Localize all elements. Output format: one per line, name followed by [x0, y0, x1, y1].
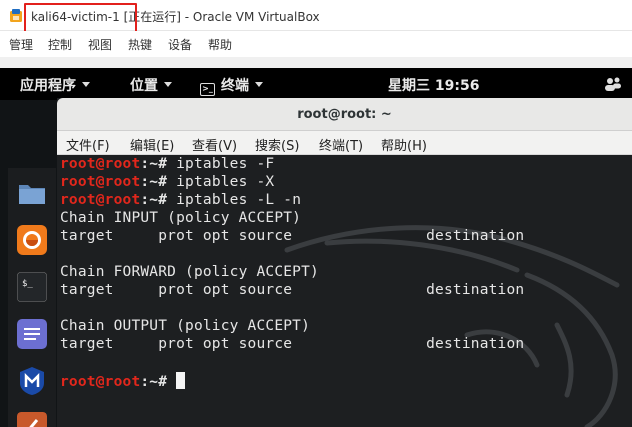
terminal-headerbar[interactable]: root@root: ~ — [57, 98, 632, 131]
prompt-path: :~# — [140, 374, 168, 390]
metasploit-icon[interactable] — [17, 366, 47, 396]
text-editor-icon[interactable] — [17, 319, 47, 349]
firefox-icon[interactable] — [17, 225, 47, 255]
terminal-icon: >_ — [200, 83, 215, 96]
vbox-titlebar: kali64-victim-1 [正在运行] - Oracle VM Virtu… — [0, 0, 632, 33]
menu-hotkey[interactable]: 热键 — [128, 36, 152, 53]
prompt-user: root@root — [60, 156, 141, 172]
terminal-app-menu[interactable]: >_ 终端 — [200, 75, 263, 96]
burp-icon[interactable] — [17, 412, 47, 427]
terminal-window[interactable]: root@root: ~ 文件(F) 编辑(E) 查看(V) 搜索(S) 终端(… — [57, 98, 632, 427]
terminal-menu-edit[interactable]: 编辑(E) — [130, 135, 174, 154]
terminal-menu-terminal[interactable]: 终端(T) — [319, 135, 363, 154]
terminal-menubar: 文件(F) 编辑(E) 查看(V) 搜索(S) 终端(T) 帮助(H) — [57, 131, 632, 155]
guest-display[interactable]: 应用程序 位置 >_ 终端 星期三 19:56 $_ root@root: ~ … — [0, 68, 632, 427]
command-line: root@root:~# iptables -L -n — [60, 192, 301, 208]
command-text: iptables -X — [167, 174, 275, 190]
command-text: iptables -L -n — [167, 192, 302, 208]
chevron-down-icon — [164, 82, 172, 87]
terminal-body[interactable]: root@root:~# iptables -F root@root:~# ipt… — [57, 155, 632, 427]
command-line: root@root:~# iptables -X — [60, 174, 274, 190]
command-line: root@root:~# iptables -F — [60, 156, 274, 172]
chevron-down-icon — [255, 82, 263, 87]
output-line: Chain OUTPUT (policy ACCEPT) — [60, 318, 311, 334]
output-line: target prot opt source destination — [60, 336, 525, 352]
prompt-user: root@root — [60, 374, 141, 390]
output-line: target prot opt source destination — [60, 228, 525, 244]
gnome-topbar: 应用程序 位置 >_ 终端 星期三 19:56 — [0, 68, 632, 100]
terminal-menu-search[interactable]: 搜索(S) — [255, 135, 299, 154]
output-line: Chain FORWARD (policy ACCEPT) — [60, 264, 319, 280]
prompt-user: root@root — [60, 192, 141, 208]
virtualbox-icon — [10, 9, 22, 22]
output-line: Chain INPUT (policy ACCEPT) — [60, 210, 302, 226]
menu-manage[interactable]: 管理 — [9, 36, 33, 53]
prompt-user: root@root — [60, 174, 141, 190]
kali-dragon-watermark — [284, 225, 620, 427]
applications-menu[interactable]: 应用程序 — [20, 75, 90, 95]
terminal-icon[interactable]: $_ — [17, 272, 47, 302]
clock[interactable]: 星期三 19:56 — [388, 75, 479, 95]
svg-text:$_: $_ — [22, 279, 33, 289]
places-menu[interactable]: 位置 — [130, 75, 172, 95]
command-text: iptables -F — [167, 156, 275, 172]
menu-devices[interactable]: 设备 — [168, 36, 192, 53]
menu-view[interactable]: 视图 — [88, 36, 112, 53]
terminal-title: root@root: ~ — [297, 107, 392, 122]
network-users-icon[interactable] — [604, 77, 622, 91]
prompt-path: :~# — [140, 174, 168, 190]
text-cursor — [176, 372, 186, 389]
output-line: target prot opt source destination — [60, 282, 525, 298]
dock: $_ — [8, 168, 56, 427]
menu-control[interactable]: 控制 — [48, 36, 72, 53]
terminal-menu-file[interactable]: 文件(F) — [66, 135, 110, 154]
prompt-line: root@root:~# — [60, 372, 186, 390]
chevron-down-icon — [82, 82, 90, 87]
files-icon[interactable] — [17, 178, 47, 208]
terminal-menu-view[interactable]: 查看(V) — [192, 135, 237, 154]
highlight-annotation-box — [24, 3, 137, 33]
vbox-menubar: 管理 控制 视图 热键 设备 帮助 — [0, 31, 632, 57]
prompt-path: :~# — [140, 192, 168, 208]
terminal-menu-help[interactable]: 帮助(H) — [381, 135, 427, 154]
menu-help[interactable]: 帮助 — [208, 36, 232, 53]
prompt-path: :~# — [140, 156, 168, 172]
